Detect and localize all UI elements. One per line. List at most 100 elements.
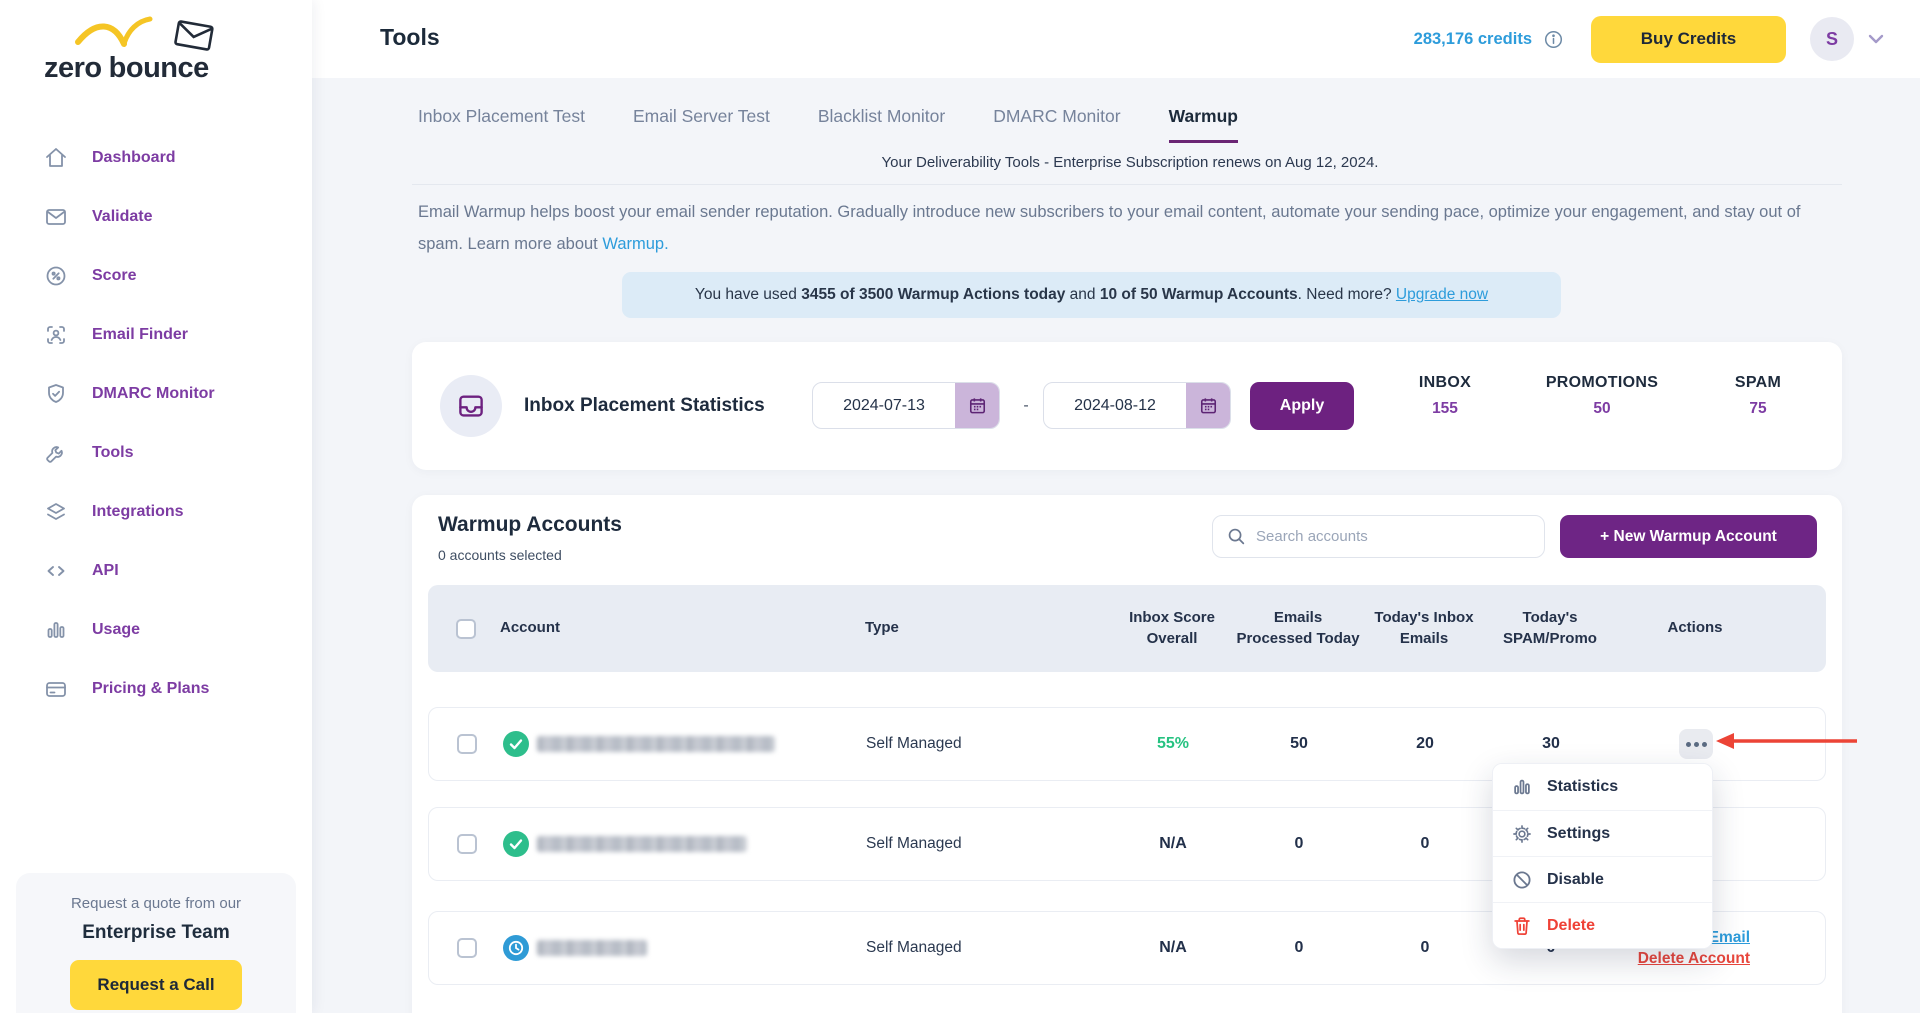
row-checkbox[interactable] (457, 834, 477, 854)
enterprise-card-line1: Request a quote from our (16, 895, 296, 912)
menu-item-statistics[interactable]: Statistics (1493, 764, 1712, 810)
sidebar-item-label: Tools (92, 444, 133, 462)
buy-credits-button[interactable]: Buy Credits (1591, 16, 1786, 63)
calendar-icon[interactable] (955, 383, 999, 428)
warmup-description: Email Warmup helps boost your email send… (418, 196, 1842, 260)
emails-processed-value: 50 (1236, 735, 1362, 753)
account-name-redacted (537, 940, 647, 956)
account-type: Self Managed (866, 735, 1110, 753)
upgrade-now-link[interactable]: Upgrade now (1396, 286, 1488, 304)
date-from-input[interactable]: 2024-07-13 (812, 382, 1000, 429)
annotation-arrow (1715, 730, 1860, 752)
col-emails-processed: Emails Processed Today (1235, 608, 1361, 649)
sidebar-item-dmarc-monitor[interactable]: DMARC Monitor (0, 364, 312, 423)
account-type: Self Managed (866, 835, 1110, 853)
tab-warmup[interactable]: Warmup (1169, 106, 1238, 143)
menu-item-settings[interactable]: Settings (1493, 810, 1712, 856)
tab-dmarc-monitor[interactable]: DMARC Monitor (993, 106, 1120, 143)
check-circle-icon (503, 831, 529, 857)
home-icon (44, 146, 68, 170)
emails-processed-value: 0 (1236, 939, 1362, 957)
sidebar-item-usage[interactable]: Usage (0, 600, 312, 659)
sidebar-item-label: DMARC Monitor (92, 385, 215, 403)
inbox-score-value: N/A (1110, 835, 1236, 853)
shield-check-icon (44, 382, 68, 406)
account-name-redacted (537, 736, 775, 752)
inbox-tray-icon (440, 375, 502, 437)
date-from-value: 2024-07-13 (813, 383, 955, 428)
apply-button[interactable]: Apply (1250, 382, 1354, 430)
account-name-redacted (537, 836, 747, 852)
metric-promotions: PROMOTIONS 50 (1532, 374, 1672, 418)
sidebar-item-label: API (92, 562, 119, 580)
avatar[interactable]: S (1810, 17, 1854, 61)
row-actions-more-button[interactable] (1679, 729, 1713, 759)
credits-counter[interactable]: 283,176 credits (1414, 30, 1532, 49)
gear-icon (1511, 823, 1533, 845)
bar-chart-icon (1511, 776, 1533, 798)
row-checkbox[interactable] (457, 938, 477, 958)
todays-inbox-value: 20 (1362, 735, 1488, 753)
search-accounts-input[interactable] (1256, 528, 1544, 545)
chevron-down-icon[interactable] (1868, 34, 1884, 44)
sidebar-item-email-finder[interactable]: Email Finder (0, 305, 312, 364)
clock-circle-icon (503, 935, 529, 961)
col-type: Type (865, 618, 1109, 638)
request-call-button[interactable]: Request a Call (70, 960, 242, 1010)
sidebar-item-pricing-plans[interactable]: Pricing & Plans (0, 659, 312, 718)
metric-spam: SPAM 75 (1688, 374, 1828, 418)
sidebar-item-api[interactable]: API (0, 541, 312, 600)
delete-account-link[interactable]: Delete Account (1638, 950, 1750, 968)
layers-icon (44, 500, 68, 524)
menu-item-delete[interactable]: Delete (1493, 902, 1712, 948)
sidebar: zerobounce Dashboard Validate Score Emai… (0, 0, 312, 1013)
account-type: Self Managed (866, 939, 1110, 957)
app-root: zerobounce Dashboard Validate Score Emai… (0, 0, 1920, 1013)
tab-email-server-test[interactable]: Email Server Test (633, 106, 770, 143)
main-area: Tools 283,176 credits Buy Credits S Inbo… (312, 0, 1920, 1013)
emails-processed-value: 0 (1236, 835, 1362, 853)
warmup-learn-more-link[interactable]: Warmup. (602, 235, 668, 253)
email-link[interactable]: Email (1709, 929, 1750, 947)
col-inbox-score: Inbox Score Overall (1109, 608, 1235, 649)
calendar-icon[interactable] (1186, 383, 1230, 428)
todays-inbox-value: 0 (1362, 939, 1488, 957)
divider (412, 184, 1842, 185)
credit-card-icon (44, 677, 68, 701)
menu-item-disable[interactable]: Disable (1493, 856, 1712, 902)
accounts-table-header: Account Type Inbox Score Overall Emails … (428, 585, 1826, 672)
sidebar-item-score[interactable]: Score (0, 246, 312, 305)
tab-blacklist-monitor[interactable]: Blacklist Monitor (818, 106, 945, 143)
select-all-checkbox[interactable] (456, 619, 476, 639)
inbox-score-value: 55% (1110, 735, 1236, 753)
page-title: Tools (380, 24, 440, 51)
enterprise-card-line2: Enterprise Team (16, 922, 296, 944)
sidebar-item-tools[interactable]: Tools (0, 423, 312, 482)
new-warmup-account-button[interactable]: + New Warmup Account (1560, 515, 1817, 558)
sidebar-item-label: Email Finder (92, 326, 188, 344)
sidebar-item-dashboard[interactable]: Dashboard (0, 128, 312, 187)
subscription-note: Your Deliverability Tools - Enterprise S… (418, 154, 1842, 171)
trash-icon (1511, 915, 1533, 937)
top-bar: Tools 283,176 credits Buy Credits S (312, 0, 1920, 78)
date-to-input[interactable]: 2024-08-12 (1043, 382, 1231, 429)
sidebar-item-integrations[interactable]: Integrations (0, 482, 312, 541)
warmup-accounts-title: Warmup Accounts (438, 513, 622, 537)
row-checkbox[interactable] (457, 734, 477, 754)
ban-icon (1511, 869, 1533, 891)
bar-chart-icon (44, 618, 68, 642)
todays-spam-value: 30 (1488, 735, 1614, 753)
code-icon (44, 559, 68, 583)
todays-inbox-value: 0 (1362, 835, 1488, 853)
col-actions: Actions (1613, 618, 1777, 638)
info-icon[interactable] (1544, 30, 1563, 49)
sidebar-item-validate[interactable]: Validate (0, 187, 312, 246)
sidebar-item-label: Validate (92, 208, 152, 226)
sidebar-nav: Dashboard Validate Score Email Finder DM… (0, 128, 312, 718)
date-to-value: 2024-08-12 (1044, 383, 1186, 428)
accounts-selected-count: 0 accounts selected (438, 547, 562, 563)
usage-banner: You have used 3455 of 3500 Warmup Action… (622, 272, 1561, 318)
zerobounce-logo[interactable]: zerobounce (44, 18, 254, 90)
inbox-score-value: N/A (1110, 939, 1236, 957)
tab-inbox-placement-test[interactable]: Inbox Placement Test (418, 106, 585, 143)
